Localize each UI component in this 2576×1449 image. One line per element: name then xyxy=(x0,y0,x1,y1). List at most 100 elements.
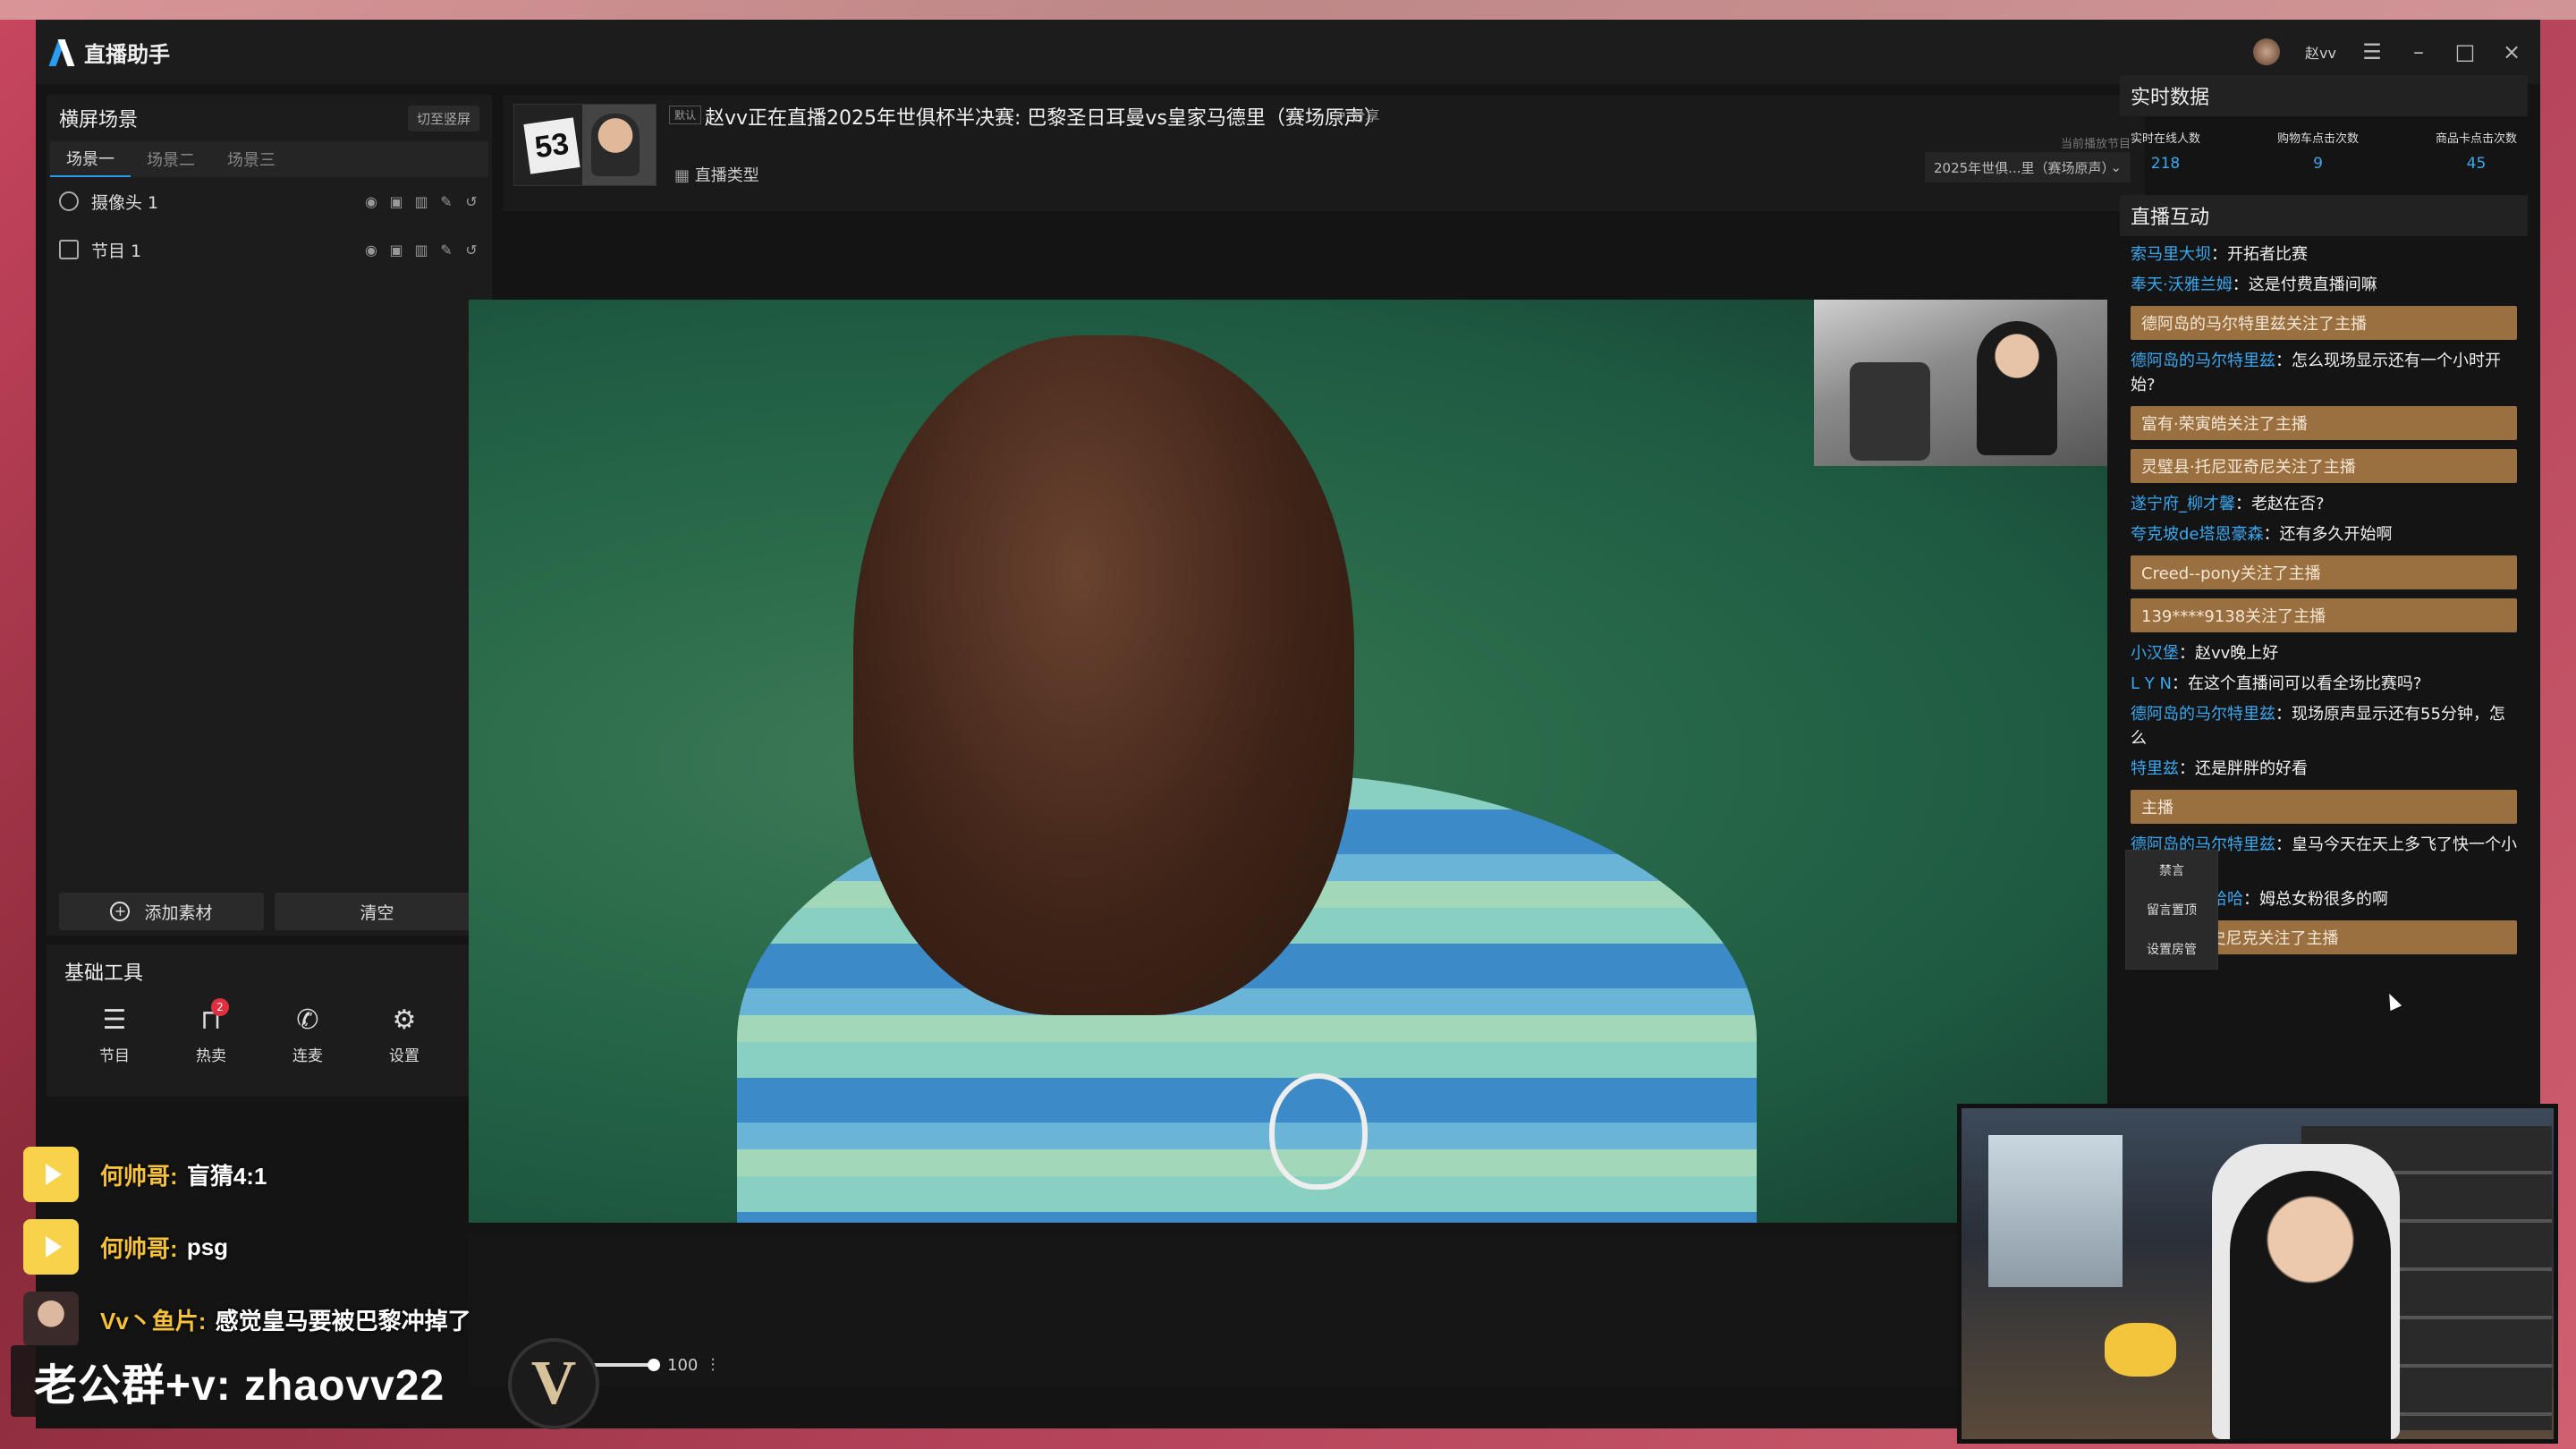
trash-icon[interactable]: ▥ xyxy=(413,242,429,258)
eye-icon[interactable]: ◉ xyxy=(363,242,379,258)
chat-message[interactable]: L Y N：在这个直播间可以看全场比赛吗? xyxy=(2131,672,2517,696)
add-source-button[interactable]: + 添加素材 xyxy=(59,893,264,930)
program-select[interactable]: 2025年世俱...里（赛场原声） ⌄ xyxy=(1925,152,2131,182)
mixer-icon[interactable]: ⫶ xyxy=(710,1354,715,1376)
tool-label: 连麦 xyxy=(292,1047,323,1065)
chat-separator: ： xyxy=(2179,759,2195,778)
chat-separator: ： xyxy=(2243,890,2259,909)
menu-item-pin[interactable]: 留言置顶 xyxy=(2147,901,2197,919)
reset-icon[interactable]: ↺ xyxy=(463,193,479,210)
chat-message[interactable]: 小汉堡：赵vv晚上好 xyxy=(2131,641,2517,665)
share-label: 分享 xyxy=(1351,107,1380,124)
danmaku-overlay: 何帅哥: 盲猜4:1 何帅哥: psg Vv丶鱼片: 感觉皇马要被巴黎冲掉了 xyxy=(23,1145,506,1362)
stream-type-button[interactable]: 直播类型 xyxy=(674,163,759,186)
chat-message[interactable]: 遂宁府_柳才馨：老赵在否? xyxy=(2131,492,2517,516)
room-window xyxy=(1988,1135,2123,1287)
video-preview[interactable] xyxy=(469,300,2107,1223)
scene-panel-title: 横屏场景 xyxy=(59,109,139,131)
chat-separator: ： xyxy=(2263,525,2280,544)
lock-icon[interactable]: ▣ xyxy=(388,193,404,210)
follow-notice[interactable]: 德阿岛的马尔特里兹关注了主播 xyxy=(2131,306,2517,340)
danmaku-row: 何帅哥: psg xyxy=(23,1217,506,1276)
chat-message[interactable]: 特里兹：还是胖胖的好看 xyxy=(2131,757,2517,781)
share-button[interactable]: ⇗ 分享 xyxy=(1335,104,1380,125)
chat-list[interactable]: 索马里大坝：开拓者比赛 奉天·沃雅兰姆：这是付费直播间嘛 德阿岛的马尔特里兹关注了主… xyxy=(2120,236,2528,1157)
source-label: 节目 1 xyxy=(91,241,142,261)
phone-icon: ✆ xyxy=(296,1004,319,1036)
follow-notice[interactable]: 富有·荣寅皓关注了主播 xyxy=(2131,406,2517,440)
tool-hot-sale[interactable]: ⊓ 2 热卖 xyxy=(188,998,234,1065)
eye-icon[interactable]: ◉ xyxy=(363,193,379,210)
chat-message[interactable]: 索马里大坝：开拓者比赛 xyxy=(2131,242,2517,267)
tool-co-stream[interactable]: ✆ 连麦 xyxy=(284,1004,331,1066)
chat-nick[interactable]: 夸克坡de塔恩豪森 xyxy=(2131,525,2264,544)
chat-message[interactable]: 德阿岛的马尔特里兹：怎么现场显示还有一个小时开始? xyxy=(2131,349,2517,397)
chat-message[interactable]: 夸克坡de塔恩豪森：还有多久开始啊 xyxy=(2131,522,2517,547)
streamer-figure xyxy=(2230,1171,2391,1439)
tool-settings[interactable]: ⚙ 设置 xyxy=(381,1005,428,1066)
source-row-program[interactable]: 节目 1 ◉ ▣ ▥ ✎ ↺ xyxy=(47,225,492,274)
chat-message[interactable]: 奉天·沃雅兰姆：这是付费直播间嘛 xyxy=(2131,273,2517,297)
program-select-value: 2025年世俱...里（赛场原声） xyxy=(1934,159,2115,176)
stat-value: 45 xyxy=(2466,155,2487,173)
tab-scene-1[interactable]: 场景一 xyxy=(50,141,131,177)
user-avatar[interactable] xyxy=(2253,38,2281,65)
source-tools: ◉ ▣ ▥ ✎ ↺ xyxy=(363,193,479,210)
edit-icon[interactable]: ✎ xyxy=(438,193,454,210)
chat-message[interactable]: 德阿岛的马尔特里兹：现场原声显示还有55分钟，怎么 xyxy=(2131,702,2517,750)
follow-notice[interactable]: 139****9138关注了主播 xyxy=(2131,598,2517,632)
bilibili-tv-icon xyxy=(23,1147,79,1202)
reset-icon[interactable]: ↺ xyxy=(463,242,479,258)
location-pin-icon xyxy=(59,191,79,211)
chat-nick[interactable]: L Y N xyxy=(2131,674,2172,693)
menu-item-mute[interactable]: 禁言 xyxy=(2159,861,2184,879)
switch-portrait-button[interactable]: 切至竖屏 xyxy=(407,105,479,131)
chat-text: 还是胖胖的好看 xyxy=(2195,759,2308,778)
chat-nick[interactable]: 遂宁府_柳才馨 xyxy=(2131,495,2235,513)
notification-badge: 2 xyxy=(211,998,229,1016)
stream-title[interactable]: 赵vv正在直播2025年世俱杯半决赛: 巴黎圣日耳曼vs皇家马德里（赛场原声） xyxy=(705,102,1384,131)
follow-notice[interactable]: Creed--pony关注了主播 xyxy=(2131,555,2517,589)
chat-nick[interactable]: 小汉堡 xyxy=(2131,644,2179,663)
chat-nick[interactable]: 特里兹 xyxy=(2131,759,2179,778)
chat-nick[interactable]: 奉天·沃雅兰姆 xyxy=(2131,275,2233,294)
user-avatar xyxy=(23,1292,79,1347)
volume-control[interactable]: 100 ⫶ xyxy=(592,1354,715,1376)
menu-item-set-admin[interactable]: 设置房管 xyxy=(2147,940,2197,958)
chat-text: 这是付费直播间嘛 xyxy=(2248,275,2377,294)
bilibili-tv-icon xyxy=(23,1219,79,1275)
chat-separator: ： xyxy=(2275,835,2292,854)
maximize-icon[interactable]: □ xyxy=(2454,39,2476,64)
app-logo-icon xyxy=(50,38,75,66)
trash-icon[interactable]: ▥ xyxy=(413,193,429,210)
tool-program[interactable]: ☰ 节目 xyxy=(91,1005,138,1066)
lock-icon[interactable]: ▣ xyxy=(388,242,404,258)
chat-nick[interactable]: 索马里大坝 xyxy=(2131,245,2211,264)
scene-panel: 横屏场景 切至竖屏 场景一 场景二 场景三 摄像头 1 ◉ ▣ ▥ ✎ ↺ 节目… xyxy=(47,95,492,936)
volume-knob[interactable] xyxy=(648,1359,660,1371)
menu-icon[interactable]: ☰ xyxy=(2361,39,2383,64)
chat-separator: ： xyxy=(2232,275,2249,294)
chat-separator: ： xyxy=(2275,705,2292,724)
user-name[interactable]: 赵vv xyxy=(2305,41,2336,63)
stream-cover-thumbnail[interactable]: 53 xyxy=(513,104,657,186)
tab-scene-2[interactable]: 场景二 xyxy=(131,141,211,177)
volume-slider[interactable] xyxy=(592,1359,660,1371)
stat-cart-clicks: 购物车点击次数 9 xyxy=(2277,129,2359,195)
webcam-overlay-large xyxy=(1957,1104,2558,1444)
danmaku-row: Vv丶鱼片: 感觉皇马要被巴黎冲掉了 xyxy=(23,1290,506,1349)
close-icon[interactable]: × xyxy=(2501,39,2522,64)
chat-separator: ： xyxy=(2171,674,2188,693)
chat-nick[interactable]: 德阿岛的马尔特里兹 xyxy=(2131,352,2275,370)
stat-online: 实时在线人数 218 xyxy=(2131,129,2200,195)
tab-scene-3[interactable]: 场景三 xyxy=(211,141,292,177)
follow-notice[interactable]: 灵璧县·托尼亚奇尼关注了主播 xyxy=(2131,449,2517,483)
minimize-icon[interactable]: – xyxy=(2408,39,2429,64)
clear-button[interactable]: 清空 xyxy=(275,893,479,930)
source-row-camera[interactable]: 摄像头 1 ◉ ▣ ▥ ✎ ↺ xyxy=(47,177,492,225)
edit-icon[interactable]: ✎ xyxy=(438,242,454,258)
stat-label: 实时在线人数 xyxy=(2131,132,2201,146)
camera-overlay-small[interactable] xyxy=(1814,300,2107,466)
follow-notice[interactable]: 主播 xyxy=(2131,790,2517,824)
chat-nick[interactable]: 德阿岛的马尔特里兹 xyxy=(2131,705,2275,724)
